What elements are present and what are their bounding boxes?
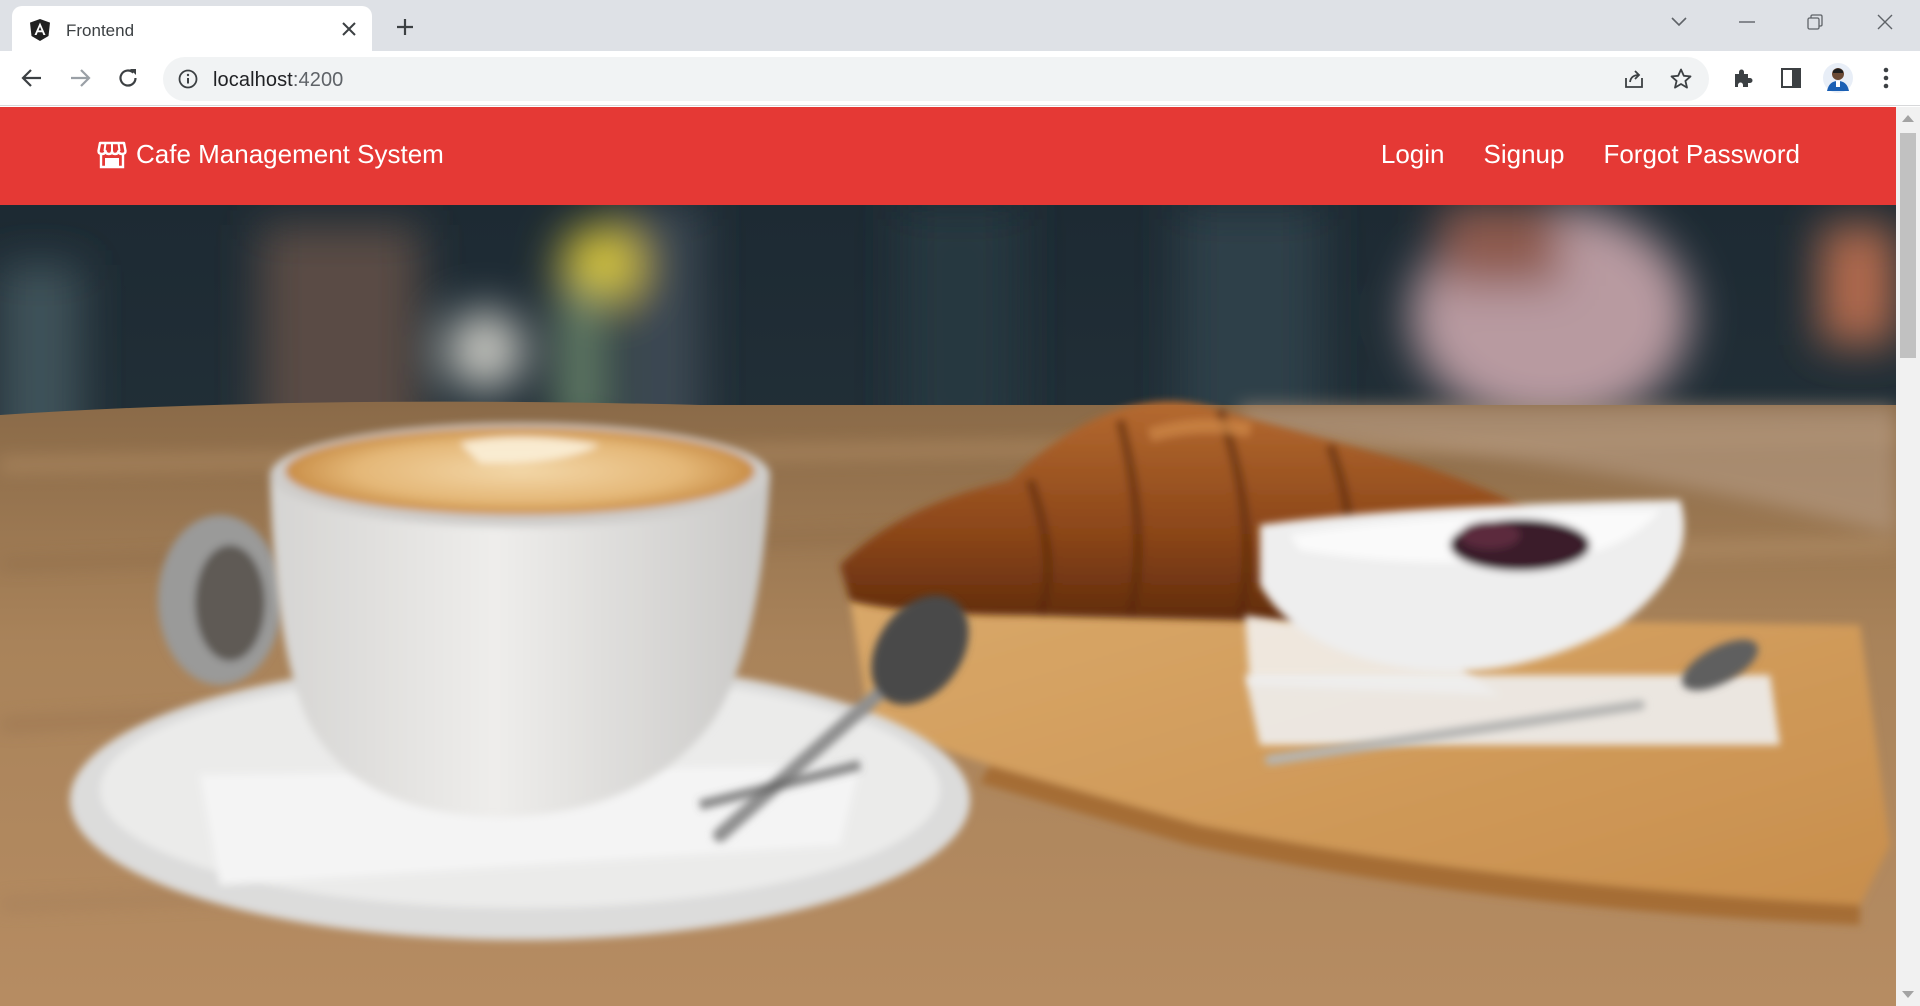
back-icon[interactable]	[14, 60, 50, 96]
tab-search-chevron-icon[interactable]	[1645, 0, 1713, 44]
brand-name: Cafe Management System	[136, 139, 444, 169]
nav-forgot-password-link[interactable]: Forgot Password	[1603, 139, 1800, 170]
scroll-down-arrow-icon[interactable]	[1902, 991, 1914, 998]
address-bar[interactable]: localhost:4200	[163, 57, 1709, 101]
share-icon[interactable]	[1621, 66, 1647, 92]
url-text[interactable]: localhost:4200	[213, 69, 343, 92]
app-navbar: Cafe Management System Login Signup Forg…	[0, 107, 1896, 205]
browser-toolbar: localhost:4200	[0, 51, 1920, 106]
tab-title: Frontend	[66, 21, 135, 40]
star-icon[interactable]	[1668, 66, 1694, 92]
angular-logo-icon	[28, 18, 52, 42]
url-host: localhost	[213, 69, 293, 91]
page-scrollbar[interactable]	[1896, 107, 1920, 1006]
scroll-up-arrow-icon[interactable]	[1902, 115, 1914, 122]
coffee-and-croissant-photo	[0, 205, 1896, 1006]
nav-links: Login Signup Forgot Password	[1342, 139, 1800, 170]
tab-strip: Frontend	[0, 0, 1920, 51]
close-tab-icon[interactable]	[334, 14, 364, 44]
brand[interactable]: Cafe Management System	[97, 139, 444, 170]
scroll-thumb[interactable]	[1900, 133, 1916, 358]
minimize-icon[interactable]	[1713, 0, 1781, 44]
nav-login-link[interactable]: Login	[1381, 139, 1445, 170]
reload-icon[interactable]	[110, 60, 146, 96]
storefront-icon	[97, 140, 127, 170]
url-port: :4200	[292, 69, 344, 91]
page-viewport: Cafe Management System Login Signup Forg…	[0, 107, 1896, 1006]
new-tab-icon[interactable]	[388, 10, 422, 44]
browser-tab[interactable]: Frontend	[12, 6, 372, 51]
restore-icon[interactable]	[1781, 0, 1849, 44]
hero-image	[0, 205, 1896, 1006]
nav-signup-link[interactable]: Signup	[1484, 139, 1565, 170]
profile-avatar[interactable]	[1823, 63, 1853, 93]
menu-icon[interactable]	[1871, 63, 1901, 93]
close-window-icon[interactable]	[1851, 0, 1919, 44]
forward-icon[interactable]	[62, 60, 98, 96]
info-icon[interactable]	[177, 68, 199, 90]
extensions-icon[interactable]	[1728, 63, 1758, 93]
side-panel-icon[interactable]	[1776, 63, 1806, 93]
